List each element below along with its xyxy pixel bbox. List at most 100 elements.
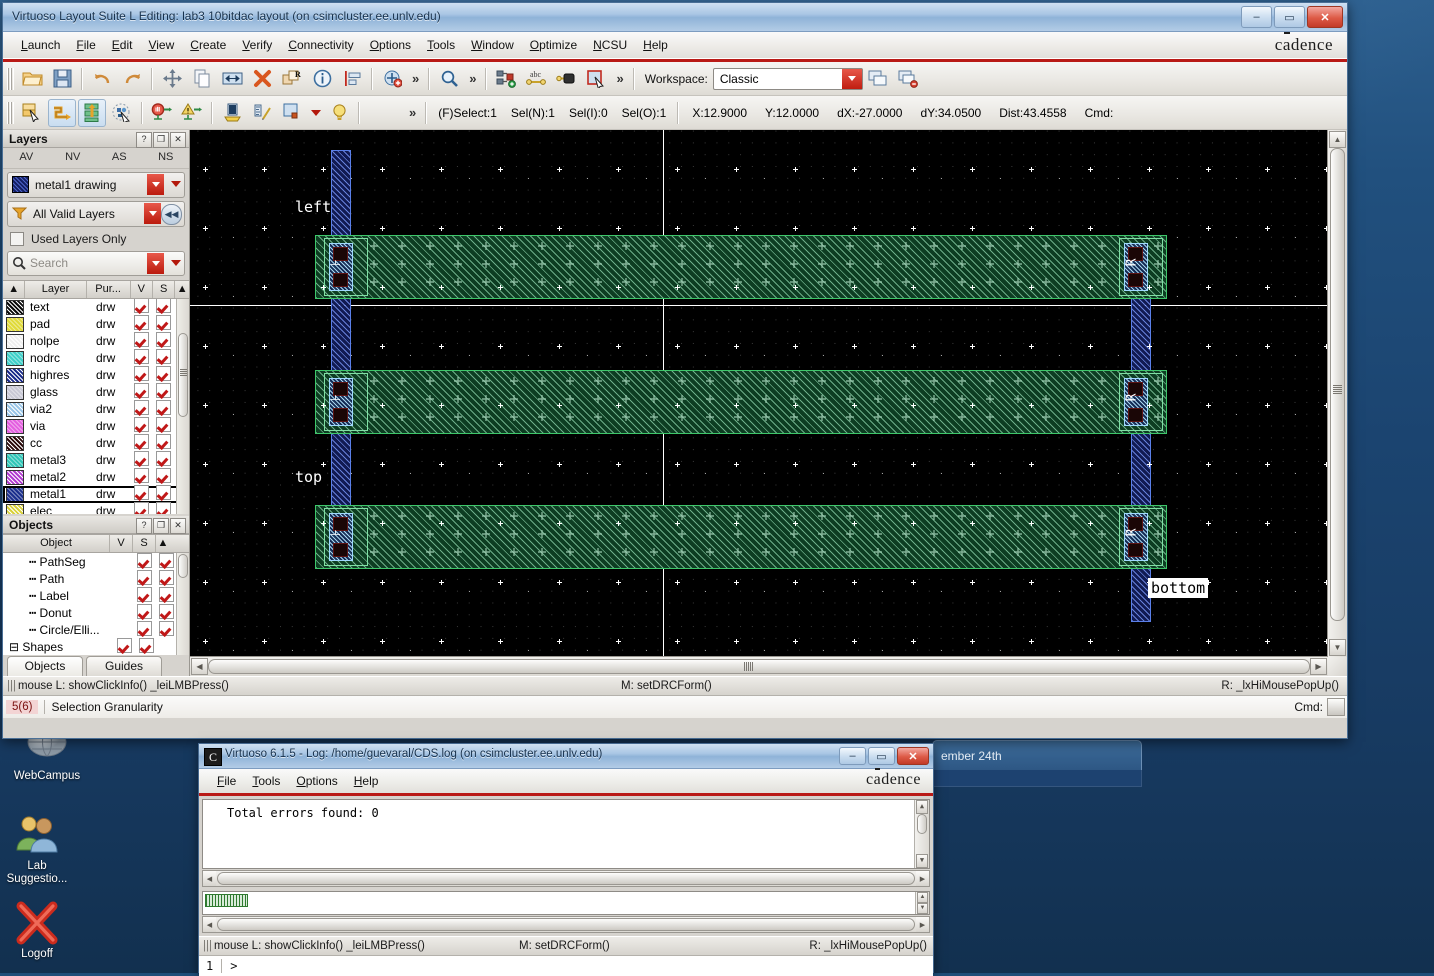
object-visible-checkbox[interactable]: [133, 553, 155, 571]
layer-filter-select[interactable]: All Valid Layers ◀◀: [7, 200, 185, 228]
help-button[interactable]: ?: [136, 517, 152, 534]
show-select-icon[interactable]: [108, 99, 136, 127]
scroll-up-arrow[interactable]: ▲: [156, 535, 170, 552]
nv-column[interactable]: NV: [50, 148, 97, 167]
log-output-area[interactable]: Total errors found: 0 ▲ ▼: [202, 799, 930, 869]
properties-icon[interactable]: [308, 65, 336, 93]
layer-visible-checkbox[interactable]: [130, 349, 152, 367]
close-button[interactable]: ✕: [1307, 6, 1343, 28]
layer-selectable-checkbox[interactable]: [152, 366, 174, 384]
canvas-hscroll-thumb[interactable]: [208, 659, 1310, 674]
flight-line-icon[interactable]: [48, 98, 76, 127]
scroll-left-button[interactable]: ◀: [203, 871, 216, 886]
scroll-up-button[interactable]: ▲: [916, 800, 928, 814]
layer-row-glass[interactable]: glass drw: [3, 383, 189, 401]
ns-column[interactable]: NS: [143, 148, 190, 167]
toolbar-overflow-chevron[interactable]: »: [611, 71, 628, 86]
object-selectable-checkbox[interactable]: [155, 569, 177, 588]
layer-selectable-checkbox[interactable]: [152, 417, 174, 435]
toolbar-overflow-chevron[interactable]: »: [404, 105, 421, 120]
help-button[interactable]: ?: [136, 132, 152, 148]
layout-canvas-area[interactable]: R R R ⊦ ⊦ ⊦ left top bottom ▲ ▼ ◀ ▶: [190, 130, 1347, 676]
v-column-header[interactable]: V: [110, 535, 133, 553]
object-row[interactable]: ┅ Donut: [3, 603, 189, 622]
layer-selectable-checkbox[interactable]: [152, 383, 174, 401]
chevron-down-icon[interactable]: [144, 202, 161, 224]
close-button[interactable]: ✕: [897, 747, 929, 765]
object-selectable-checkbox[interactable]: [155, 586, 177, 605]
layer-row-cc[interactable]: cc drw: [3, 434, 189, 452]
maximize-button[interactable]: ▭: [868, 747, 895, 765]
as-column[interactable]: AS: [96, 148, 143, 167]
copy-icon[interactable]: [188, 65, 216, 93]
layer-selectable-checkbox[interactable]: [152, 298, 174, 317]
layer-visible-checkbox[interactable]: [130, 417, 152, 435]
object-selectable-checkbox[interactable]: [135, 637, 157, 655]
stop-icon[interactable]: [148, 99, 176, 127]
layers-scrollbar[interactable]: [176, 298, 189, 514]
av-column[interactable]: AV: [3, 148, 50, 167]
v-column-header[interactable]: V: [131, 280, 153, 298]
scroll-right-button[interactable]: ▶: [916, 917, 929, 932]
layer-selectable-checkbox[interactable]: [152, 451, 174, 469]
object-selectable-checkbox[interactable]: [155, 603, 177, 622]
layer-row-metal1[interactable]: metal1 drw: [3, 485, 189, 503]
scroll-down-button[interactable]: ▼: [1329, 639, 1346, 656]
layer-visible-checkbox[interactable]: [130, 332, 152, 350]
float-button[interactable]: ❐: [153, 517, 169, 534]
close-icon[interactable]: ✕: [170, 517, 186, 534]
menu-item-window[interactable]: Window: [463, 35, 522, 55]
purpose-column-header[interactable]: Pur...: [87, 280, 131, 298]
log-titlebar[interactable]: C Virtuoso 6.1.5 - Log: /home/guevaral/C…: [199, 744, 933, 769]
object-visible-checkbox[interactable]: [133, 620, 155, 639]
cmd-resize-grip[interactable]: [1327, 698, 1345, 716]
move-icon[interactable]: [158, 65, 186, 93]
menu-item-file[interactable]: File: [68, 35, 103, 55]
layer-selectable-checkbox[interactable]: [152, 434, 174, 452]
minimize-button[interactable]: –: [839, 747, 866, 765]
canvas-horizontal-scrollbar[interactable]: ◀ ▶: [190, 656, 1328, 676]
toolbar-grip[interactable]: [7, 101, 14, 124]
stretch-icon[interactable]: [218, 65, 246, 93]
log-hscroll-thumb[interactable]: [217, 872, 915, 885]
layer-selectable-checkbox[interactable]: [152, 468, 174, 486]
undo-icon[interactable]: [88, 65, 116, 93]
scroll-left-button[interactable]: ◀: [191, 658, 208, 675]
layout-canvas[interactable]: R R R ⊦ ⊦ ⊦ left top bottom: [190, 130, 1328, 657]
workspace-select[interactable]: Classic: [712, 67, 863, 90]
layer-visible-checkbox[interactable]: [130, 468, 152, 486]
log-input-hscrollbar[interactable]: ◀ ▶: [202, 916, 930, 933]
log-input-area[interactable]: ▲ ▼: [202, 891, 930, 915]
create-rect-icon[interactable]: [582, 65, 610, 93]
layer-row-nolpe[interactable]: nolpe drw: [3, 332, 189, 350]
layer-row-highres[interactable]: highres drw: [3, 366, 189, 384]
float-button[interactable]: ❐: [153, 132, 169, 148]
delete-workspace-icon[interactable]: [894, 65, 922, 93]
object-selectable-checkbox[interactable]: [155, 620, 177, 639]
sort-icon[interactable]: ▲: [3, 280, 26, 298]
object-row[interactable]: ┅ PathSeg: [3, 553, 189, 570]
rewind-icon[interactable]: ◀◀: [161, 203, 182, 225]
tab-guides[interactable]: Guides: [86, 656, 162, 677]
object-row[interactable]: ⊟ Shapes: [3, 637, 189, 655]
layer-visible-checkbox[interactable]: [130, 451, 152, 469]
display-options-dropdown[interactable]: [308, 99, 323, 127]
layer-row-pad[interactable]: pad drw: [3, 315, 189, 333]
metal3-bar-2[interactable]: [315, 370, 1167, 434]
layer-visible-checkbox[interactable]: [130, 366, 152, 384]
chevron-down-icon[interactable]: [147, 173, 164, 195]
ruler-tool-icon[interactable]: [218, 99, 246, 127]
layer-selectable-checkbox[interactable]: [152, 315, 174, 333]
scroll-right-button[interactable]: ▶: [916, 871, 929, 886]
object-column-header[interactable]: Object: [3, 535, 110, 553]
s-column-header[interactable]: S: [133, 535, 156, 553]
object-row[interactable]: ┅ Path: [3, 569, 189, 588]
layer-visible-checkbox[interactable]: [130, 502, 152, 514]
object-visible-checkbox[interactable]: [133, 586, 155, 605]
search-menu-icon[interactable]: [171, 260, 181, 267]
lightbulb-icon[interactable]: [325, 99, 353, 127]
menu-item-help[interactable]: Help: [635, 35, 676, 55]
layer-row-via[interactable]: via drw: [3, 417, 189, 435]
chevron-down-icon[interactable]: [147, 253, 164, 275]
s-column-header[interactable]: S: [153, 280, 176, 298]
